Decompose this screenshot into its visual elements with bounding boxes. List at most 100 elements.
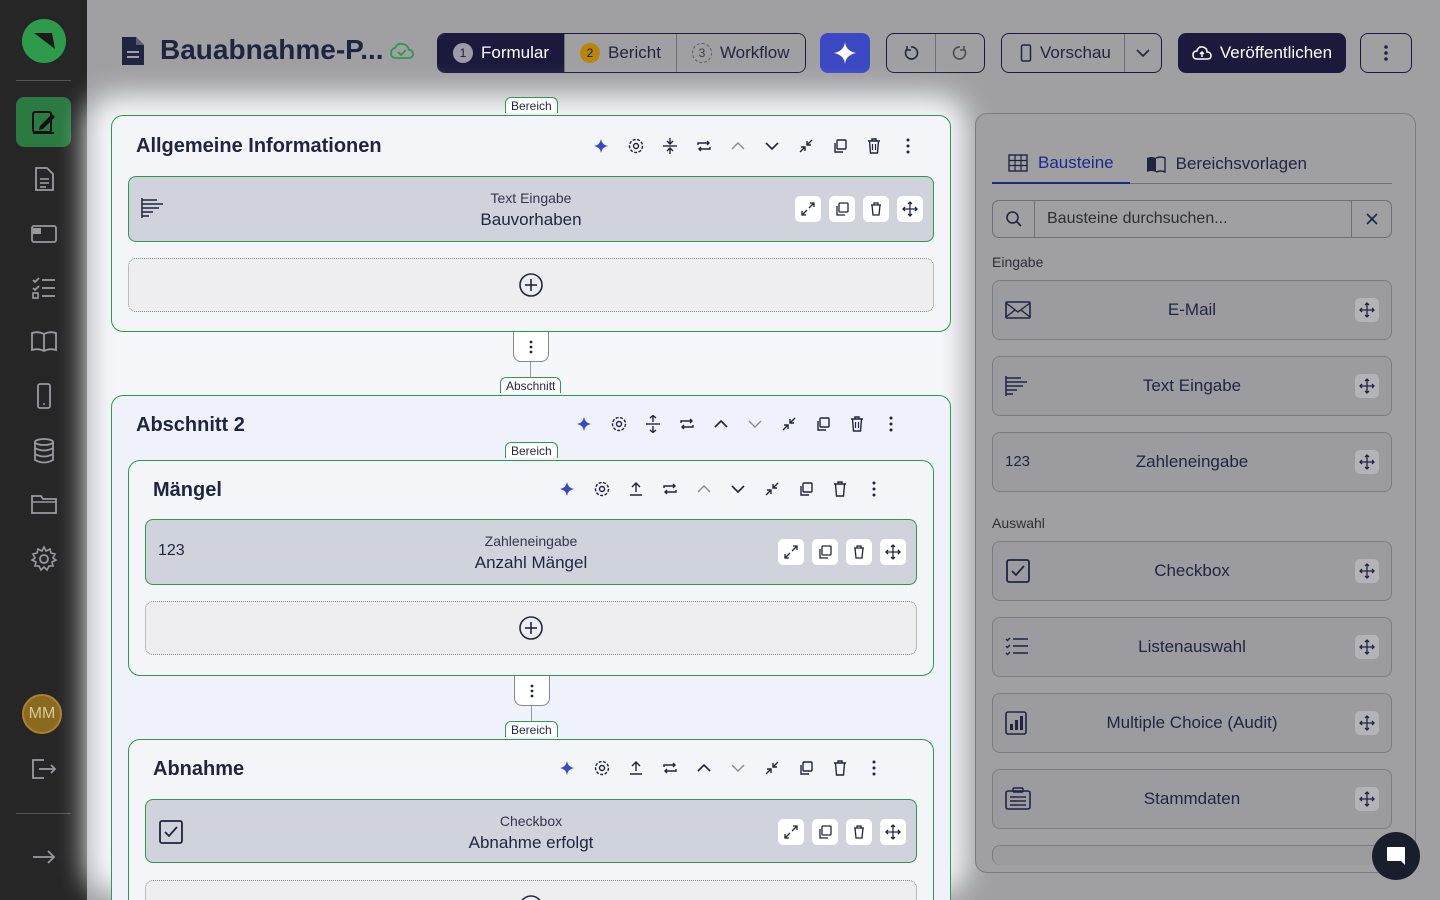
preview-dropdown[interactable]: Vorschau xyxy=(1001,33,1162,73)
move-up-button[interactable] xyxy=(687,755,721,781)
more-options-button[interactable] xyxy=(1360,33,1412,73)
nav-form-editor[interactable] xyxy=(16,97,71,147)
tab-workflow[interactable]: 3 Workflow xyxy=(676,34,805,72)
subsection-abnahme[interactable]: Abnahme Checkbox Abnahme erfolgt xyxy=(128,739,934,900)
move-down-button[interactable] xyxy=(721,476,755,502)
delete-button[interactable] xyxy=(823,755,857,781)
delete-button[interactable] xyxy=(857,133,891,159)
tab-formular[interactable]: 1 Formular xyxy=(438,34,566,72)
more-button[interactable] xyxy=(891,133,925,159)
block-text-eingabe[interactable]: Text Eingabe xyxy=(992,356,1392,416)
duplicate-button[interactable] xyxy=(812,819,838,845)
convert-button[interactable] xyxy=(687,133,721,159)
block-zahleneingabe[interactable]: 123 Zahleneingabe xyxy=(992,432,1392,492)
block-multiple-choice-audit[interactable]: Multiple Choice (Audit) xyxy=(992,693,1392,753)
search-input[interactable] xyxy=(1035,201,1351,237)
drag-handle[interactable] xyxy=(1355,711,1379,735)
duplicate-button[interactable] xyxy=(829,196,855,222)
more-button[interactable] xyxy=(857,476,891,502)
publish-button[interactable]: Veröffentlichen xyxy=(1178,33,1346,73)
move-up-button[interactable] xyxy=(721,133,755,159)
subsection-connector-menu[interactable] xyxy=(514,676,550,706)
duplicate-button[interactable] xyxy=(812,539,838,565)
ai-button[interactable] xyxy=(585,133,619,159)
convert-button[interactable] xyxy=(670,411,704,437)
drag-handle[interactable] xyxy=(1355,559,1379,583)
expand-button[interactable] xyxy=(778,819,804,845)
minimize-button[interactable] xyxy=(772,411,806,437)
field-abnahme-erfolgt[interactable]: Checkbox Abnahme erfolgt xyxy=(145,799,917,863)
drag-handle[interactable] xyxy=(880,539,906,565)
section-abschnitt-2[interactable]: Abschnitt 2 Bereich Mängel 123 Zahlenein… xyxy=(111,395,951,900)
minimize-button[interactable] xyxy=(755,476,789,502)
nav-files[interactable] xyxy=(16,479,71,529)
add-field-button[interactable] xyxy=(145,601,917,655)
ai-button[interactable] xyxy=(551,755,585,781)
move-up-button[interactable] xyxy=(687,476,721,502)
delete-button[interactable] xyxy=(840,411,874,437)
drag-handle[interactable] xyxy=(1355,635,1379,659)
nav-database[interactable] xyxy=(16,426,71,476)
tab-bereichsvorlagen[interactable]: Bereichsvorlagen xyxy=(1130,144,1323,184)
drag-handle[interactable] xyxy=(880,819,906,845)
settings-button[interactable] xyxy=(619,133,653,159)
drag-handle[interactable] xyxy=(897,196,923,222)
expand-button[interactable] xyxy=(778,539,804,565)
section-connector-menu[interactable] xyxy=(513,332,549,362)
move-out-button[interactable] xyxy=(619,755,653,781)
move-out-button[interactable] xyxy=(619,476,653,502)
block-email[interactable]: E-Mail xyxy=(992,280,1392,340)
subsection-maengel[interactable]: Mängel 123 Zahleneingabe Anzahl Mängel xyxy=(128,460,934,676)
move-down-button[interactable] xyxy=(755,133,789,159)
settings-button[interactable] xyxy=(585,476,619,502)
block-stammdaten[interactable]: Stammdaten xyxy=(992,769,1392,829)
more-button[interactable] xyxy=(874,411,908,437)
move-down-button[interactable] xyxy=(738,411,772,437)
add-field-button[interactable] xyxy=(128,258,934,312)
nav-checklists[interactable] xyxy=(16,262,71,312)
nav-logout[interactable] xyxy=(16,744,71,794)
field-anzahl-maengel[interactable]: 123 Zahleneingabe Anzahl Mängel xyxy=(145,519,917,585)
minimize-button[interactable] xyxy=(755,755,789,781)
collapse-button[interactable] xyxy=(653,133,687,159)
clear-search-button[interactable] xyxy=(1351,201,1391,237)
chat-support-button[interactable] xyxy=(1372,832,1420,880)
undo-button[interactable] xyxy=(887,34,936,72)
move-down-button[interactable] xyxy=(721,755,755,781)
block-partial[interactable] xyxy=(992,845,1392,865)
drag-handle[interactable] xyxy=(1355,374,1379,398)
preview-button[interactable]: Vorschau xyxy=(1002,34,1125,72)
convert-button[interactable] xyxy=(653,476,687,502)
nav-settings[interactable] xyxy=(16,534,71,584)
field-bauvorhaben[interactable]: Text Eingabe Bauvorhaben xyxy=(128,176,934,242)
page-title[interactable]: Bauabnahme-P... xyxy=(160,34,384,66)
avatar[interactable]: MM xyxy=(22,694,62,734)
block-listenauswahl[interactable]: Listenauswahl xyxy=(992,617,1392,677)
tab-bausteine[interactable]: Bausteine xyxy=(992,144,1130,184)
more-button[interactable] xyxy=(857,755,891,781)
delete-button[interactable] xyxy=(823,476,857,502)
redo-button[interactable] xyxy=(936,34,984,72)
block-checkbox[interactable]: Checkbox xyxy=(992,541,1392,601)
duplicate-button[interactable] xyxy=(806,411,840,437)
expand-vertical-button[interactable] xyxy=(636,411,670,437)
nav-reports[interactable] xyxy=(16,154,71,204)
drag-handle[interactable] xyxy=(1355,450,1379,474)
ai-assistant-button[interactable] xyxy=(820,33,870,73)
nav-expand[interactable] xyxy=(16,832,71,882)
app-logo[interactable] xyxy=(22,19,66,63)
drag-handle[interactable] xyxy=(1355,787,1379,811)
move-up-button[interactable] xyxy=(704,411,738,437)
convert-button[interactable] xyxy=(653,755,687,781)
duplicate-button[interactable] xyxy=(789,755,823,781)
settings-button[interactable] xyxy=(585,755,619,781)
delete-button[interactable] xyxy=(863,196,889,222)
delete-button[interactable] xyxy=(846,539,872,565)
expand-button[interactable] xyxy=(795,196,821,222)
minimize-button[interactable] xyxy=(789,133,823,159)
add-field-button[interactable] xyxy=(145,880,917,900)
settings-button[interactable] xyxy=(602,411,636,437)
section-allgemeine-informationen[interactable]: Allgemeine Informationen Text Eingabe Ba… xyxy=(111,115,951,332)
nav-mobile[interactable] xyxy=(16,371,71,421)
ai-button[interactable] xyxy=(551,476,585,502)
